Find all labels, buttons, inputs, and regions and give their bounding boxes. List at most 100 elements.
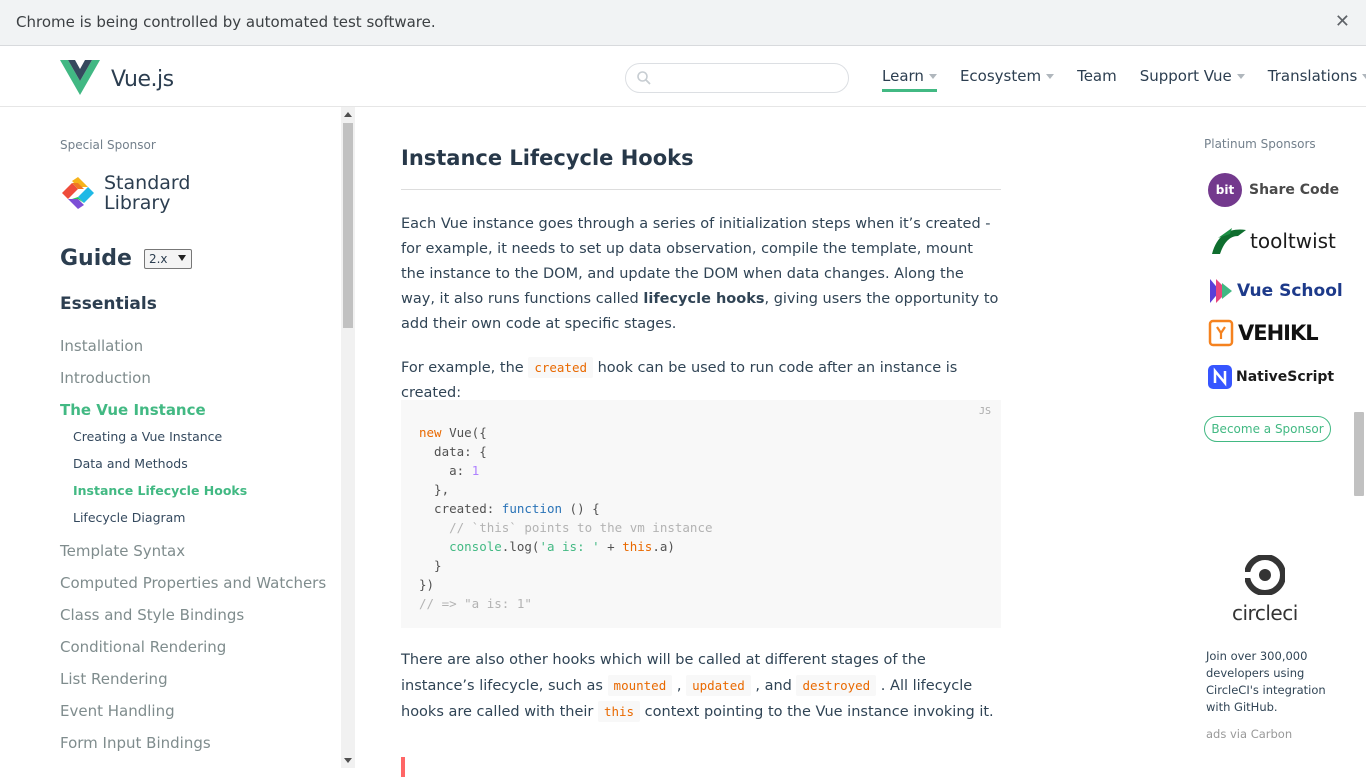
sponsor-bit[interactable]: bit Share Code — [1208, 173, 1339, 207]
svg-text:bit: bit — [1216, 183, 1235, 197]
sidebar-item-introduction[interactable]: Introduction — [60, 369, 326, 401]
sidebar-item-events[interactable]: Event Handling — [60, 702, 326, 734]
special-sponsor-name: Standard Library — [104, 173, 190, 213]
inline-code-mounted: mounted — [607, 675, 673, 696]
code-token: .a) — [652, 539, 675, 554]
code-content: new Vue({ data: { a: 1 }, created: funct… — [419, 423, 713, 613]
inline-code-created: created — [528, 357, 593, 378]
version-select[interactable]: 2.x — [143, 248, 192, 269]
nativescript-logo-icon — [1208, 365, 1232, 389]
nav-learn-label: Learn — [882, 67, 924, 85]
nav-team[interactable]: Team — [1077, 67, 1117, 92]
code-comment: // => "a is: 1" — [419, 596, 532, 611]
para1-bold: lifecycle hooks — [643, 291, 765, 307]
sponsor-vueschool[interactable]: Vue School — [1208, 277, 1343, 305]
hooks-paragraph: There are also other hooks which will be… — [401, 648, 1001, 725]
nav-translations[interactable]: Translations — [1268, 67, 1366, 92]
code-token: } — [419, 558, 442, 573]
code-token: console — [449, 539, 502, 554]
chevron-down-icon — [1046, 74, 1055, 79]
circleci-name: circleci — [1232, 601, 1298, 625]
tooltwist-logo-icon — [1212, 228, 1246, 254]
sponsor-nativescript[interactable]: NativeScript — [1208, 365, 1334, 389]
special-sponsor-logo[interactable]: Standard Library — [60, 173, 190, 213]
sidebar-item-installation[interactable]: Installation — [60, 337, 326, 369]
page-scrollbar[interactable] — [1352, 107, 1366, 768]
page-heading: Instance Lifecycle Hooks — [401, 146, 1001, 190]
become-sponsor-button[interactable]: Become a Sponsor — [1204, 416, 1331, 442]
sponsor-name-line1: Standard — [104, 172, 191, 194]
chevron-down-icon — [1362, 74, 1366, 79]
sponsor-tooltwist-name: tooltwist — [1250, 229, 1336, 253]
bit-logo-icon: bit — [1208, 173, 1242, 207]
site-header: Vue.js Learn Ecosystem Team Support Vue … — [0, 47, 1366, 107]
chevron-down-icon — [928, 74, 937, 79]
code-token: }, — [419, 482, 450, 497]
sidebar-item-computed[interactable]: Computed Properties and Watchers — [60, 574, 326, 606]
code-token: created: — [419, 501, 502, 516]
sidebar-scrollbar[interactable] — [341, 107, 355, 768]
code-comment: // `this` points to the vm instance — [419, 520, 713, 535]
inline-code-this: this — [597, 701, 641, 722]
sidebar: Special Sponsor Standard Library Guide 2… — [0, 107, 341, 768]
circleci-ad-logo[interactable]: circleci — [1232, 554, 1298, 625]
code-token: .log( — [501, 539, 540, 554]
code-token: function — [501, 501, 563, 516]
sidebar-item-class-style[interactable]: Class and Style Bindings — [60, 606, 326, 638]
inline-code-destroyed: destroyed — [796, 675, 877, 696]
code-token: }) — [419, 577, 435, 592]
code-token: + — [599, 539, 623, 554]
vue-logo-icon — [60, 60, 100, 95]
nav-support-vue[interactable]: Support Vue — [1140, 67, 1245, 92]
nav-learn[interactable]: Learn — [882, 67, 937, 92]
submenu-item-lifecycle-diagram[interactable]: Lifecycle Diagram — [73, 510, 326, 537]
sidebar-menu: Installation Introduction The Vue Instan… — [60, 337, 326, 766]
submenu-item-lifecycle-hooks[interactable]: Instance Lifecycle Hooks — [73, 483, 326, 510]
para2-text-a: For example, the — [401, 360, 529, 376]
sidebar-item-conditional[interactable]: Conditional Rendering — [60, 638, 326, 670]
code-token: Vue({ — [441, 425, 487, 440]
code-token: data: { — [419, 444, 487, 459]
scroll-down-icon[interactable] — [344, 758, 352, 763]
sponsor-bit-name: Share Code — [1249, 182, 1340, 198]
search-icon — [637, 71, 651, 85]
nav-ecosystem-label: Ecosystem — [959, 67, 1042, 85]
scroll-up-icon[interactable] — [344, 112, 352, 117]
close-icon[interactable]: ✕ — [1335, 11, 1350, 32]
sponsor-vehikl-name: VEHIKL — [1238, 321, 1319, 345]
sidebar-scroll-thumb[interactable] — [343, 123, 353, 328]
para3-sep: , — [672, 678, 687, 694]
sidebar-item-list[interactable]: List Rendering — [60, 670, 326, 702]
chevron-down-icon — [1236, 74, 1245, 79]
submenu-item-creating[interactable]: Creating a Vue Instance — [73, 429, 326, 456]
guide-header: Guide 2.x — [60, 246, 192, 271]
code-block: JS new Vue({ data: { a: 1 }, created: fu… — [401, 400, 1001, 628]
search-input[interactable] — [625, 63, 849, 93]
main-nav: Learn Ecosystem Team Support Vue Transla… — [882, 67, 1366, 92]
ad-text[interactable]: Join over 300,000 developers using Circl… — [1206, 648, 1336, 716]
brand-name: Vue.js — [111, 66, 174, 92]
para3-sep: , and — [750, 678, 797, 694]
code-token: 'a is: ' — [539, 539, 600, 554]
submenu-item-data-methods[interactable]: Data and Methods — [73, 456, 326, 483]
vehikl-logo-icon — [1208, 319, 1234, 347]
version-value: 2.x — [148, 251, 168, 266]
standard-library-icon — [62, 177, 94, 209]
nav-team-label: Team — [1077, 67, 1117, 85]
sponsor-tooltwist[interactable]: tooltwist — [1208, 224, 1336, 258]
code-token: this — [622, 539, 653, 554]
para3-text-c: context pointing to the Vue instance inv… — [640, 704, 994, 720]
infobar-message: Chrome is being controlled by automated … — [16, 13, 436, 31]
sponsor-vehikl[interactable]: VEHIKL — [1208, 319, 1319, 347]
nav-ecosystem[interactable]: Ecosystem — [959, 67, 1055, 92]
page-scroll-thumb[interactable] — [1354, 412, 1364, 496]
ads-via-carbon[interactable]: ads via Carbon — [1206, 727, 1292, 741]
vueschool-logo-icon — [1210, 279, 1232, 303]
code-lang-label: JS — [978, 406, 991, 417]
code-token: new — [419, 425, 442, 440]
sidebar-item-forms[interactable]: Form Input Bindings — [60, 734, 326, 766]
site-logo[interactable]: Vue.js — [60, 60, 174, 96]
sidebar-item-template-syntax[interactable]: Template Syntax — [60, 542, 326, 574]
intro-paragraph: Each Vue instance goes through a series … — [401, 212, 1001, 337]
